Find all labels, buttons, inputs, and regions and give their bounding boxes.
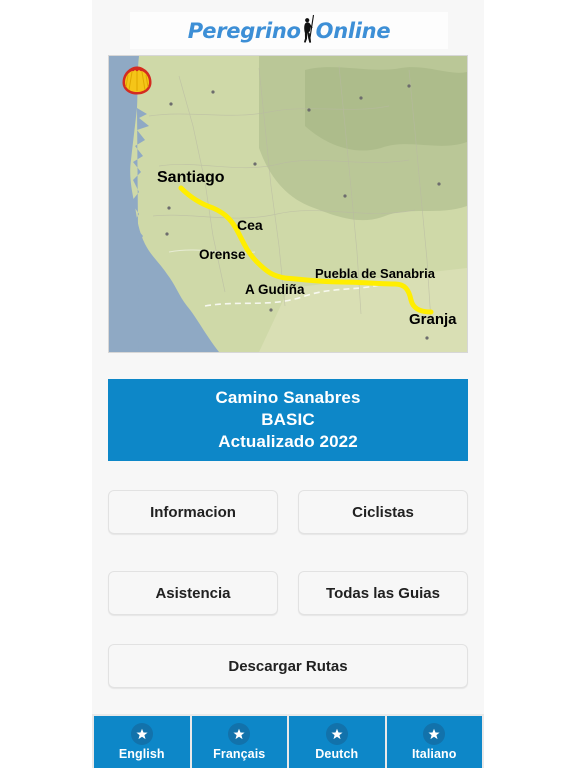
asistencia-button[interactable]: Asistencia (108, 571, 278, 615)
svg-text:Puebla de Sanabria: Puebla de Sanabria (315, 266, 436, 281)
informacion-button[interactable]: Informacion (108, 490, 278, 534)
logo-word-peregrino: Peregrino (187, 18, 301, 43)
logo-word-online: Online (315, 18, 391, 43)
descargar-rutas-button[interactable]: Descargar Rutas (108, 644, 468, 688)
nav-label-deutch: Deutch (315, 747, 359, 761)
svg-text:Orense: Orense (199, 247, 246, 262)
map-graphic: Santiago Cea Orense A Gudiña Puebla de S… (109, 56, 467, 352)
svg-text:Cea: Cea (237, 217, 263, 233)
star-icon (130, 723, 153, 745)
nav-item-francais[interactable]: Français (191, 716, 287, 768)
nav-item-english[interactable]: English (94, 716, 190, 768)
banner-line-2: BASIC (261, 410, 315, 430)
pilgrim-walking-icon (298, 14, 318, 44)
nav-label-italiano: Italiano (411, 747, 457, 761)
banner-line-3: Actualizado 2022 (218, 431, 358, 451)
language-nav-bar: English Français Deutch Italiano (92, 714, 484, 768)
svg-text:A Gudiña: A Gudiña (245, 282, 305, 297)
star-icon (325, 723, 348, 745)
route-title-banner: Camino Sanabres BASIC Actualizado 2022 (108, 379, 468, 461)
nav-label-francais: Français (213, 747, 266, 761)
star-icon (423, 723, 446, 745)
svg-text:Granja: Granja (409, 311, 457, 328)
nav-label-english: English (118, 747, 165, 761)
star-icon (228, 723, 251, 745)
svg-text:Santiago: Santiago (157, 169, 225, 186)
nav-item-deutch[interactable]: Deutch (289, 716, 385, 768)
scallop-shell-icon (120, 64, 154, 98)
route-map[interactable]: Santiago Cea Orense A Gudiña Puebla de S… (108, 55, 468, 353)
todas-las-guias-button[interactable]: Todas las Guias (298, 571, 468, 615)
nav-item-italiano[interactable]: Italiano (386, 716, 482, 768)
logo-banner: Peregrino Online (130, 12, 448, 49)
banner-line-1: Camino Sanabres (215, 388, 361, 408)
app-screen: Peregrino Online Santiago Cea Orense A G… (92, 0, 484, 768)
logo: Peregrino Online (188, 14, 391, 47)
app-header: Peregrino Online (92, 0, 484, 50)
ciclistas-button[interactable]: Ciclistas (298, 490, 468, 534)
